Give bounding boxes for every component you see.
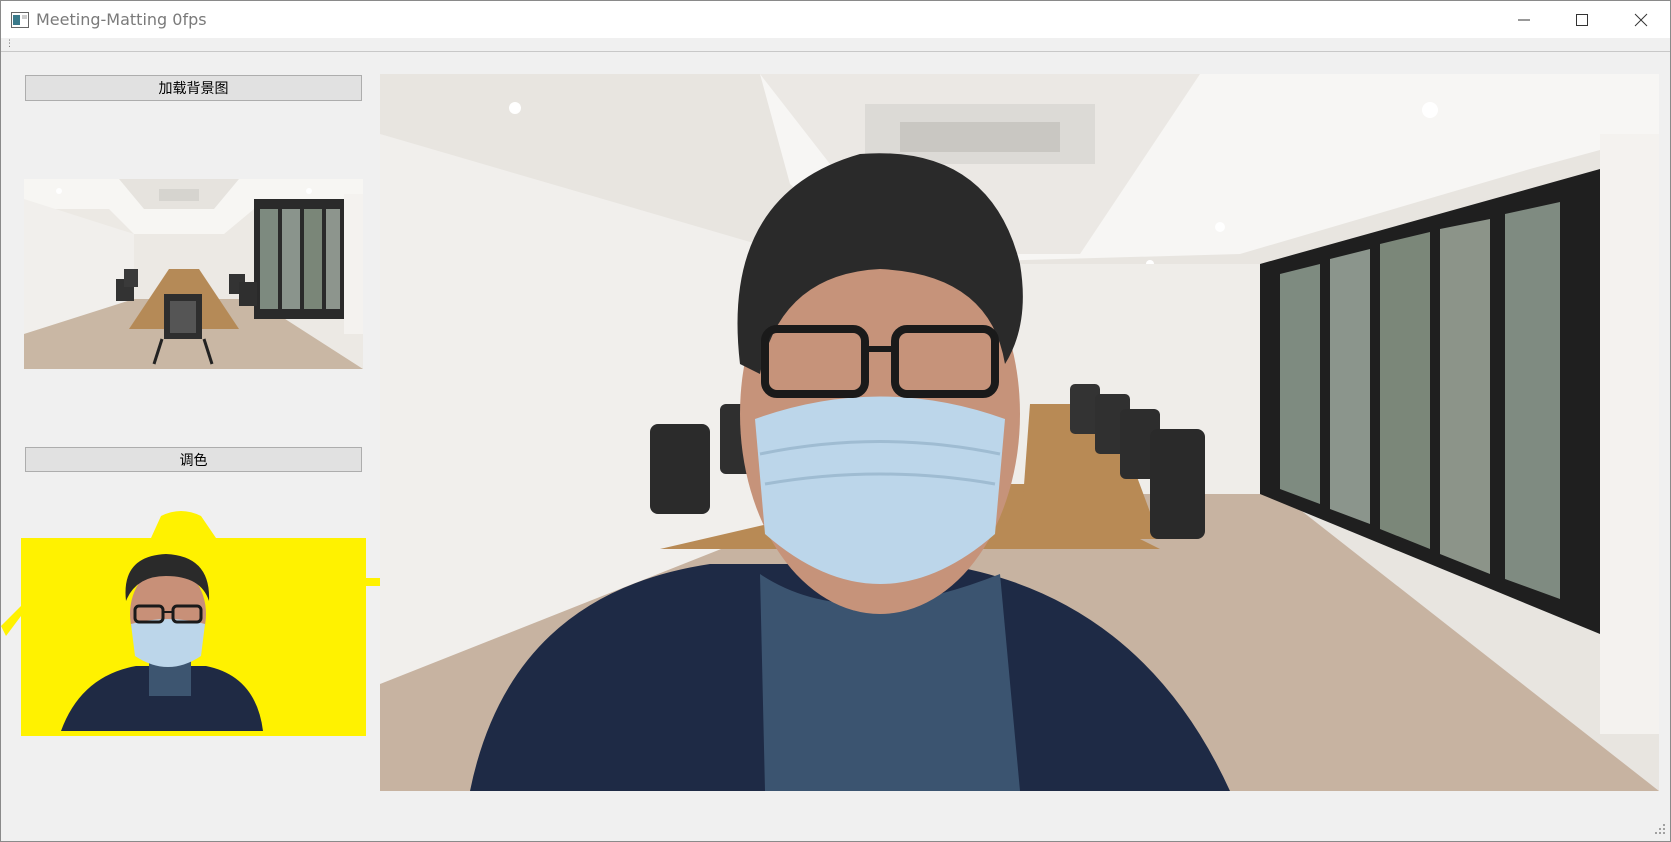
maximize-button[interactable] (1553, 1, 1611, 38)
window-title: Meeting-Matting 0fps (36, 10, 207, 29)
resize-grip-icon[interactable] (1654, 820, 1666, 839)
close-button[interactable] (1612, 1, 1670, 38)
color-adjust-button[interactable]: 调色 (25, 447, 362, 472)
load-background-button[interactable]: 加载背景图 (25, 75, 362, 101)
close-icon (1634, 13, 1648, 27)
maximize-icon (1576, 14, 1588, 26)
minimize-icon (1518, 19, 1530, 21)
app-window: Meeting-Matting 0fps ⋮ 加载背景图 调色 (0, 0, 1671, 842)
toolbar-grip-icon[interactable]: ⋮ (5, 40, 14, 49)
main-video-view (380, 74, 1659, 791)
toolbar: ⋮ (1, 39, 1670, 52)
app-icon (11, 12, 29, 28)
title-bar[interactable]: Meeting-Matting 0fps (1, 1, 1670, 38)
background-thumbnail (24, 179, 363, 369)
minimize-button[interactable] (1495, 1, 1553, 38)
matte-preview (1, 506, 386, 736)
